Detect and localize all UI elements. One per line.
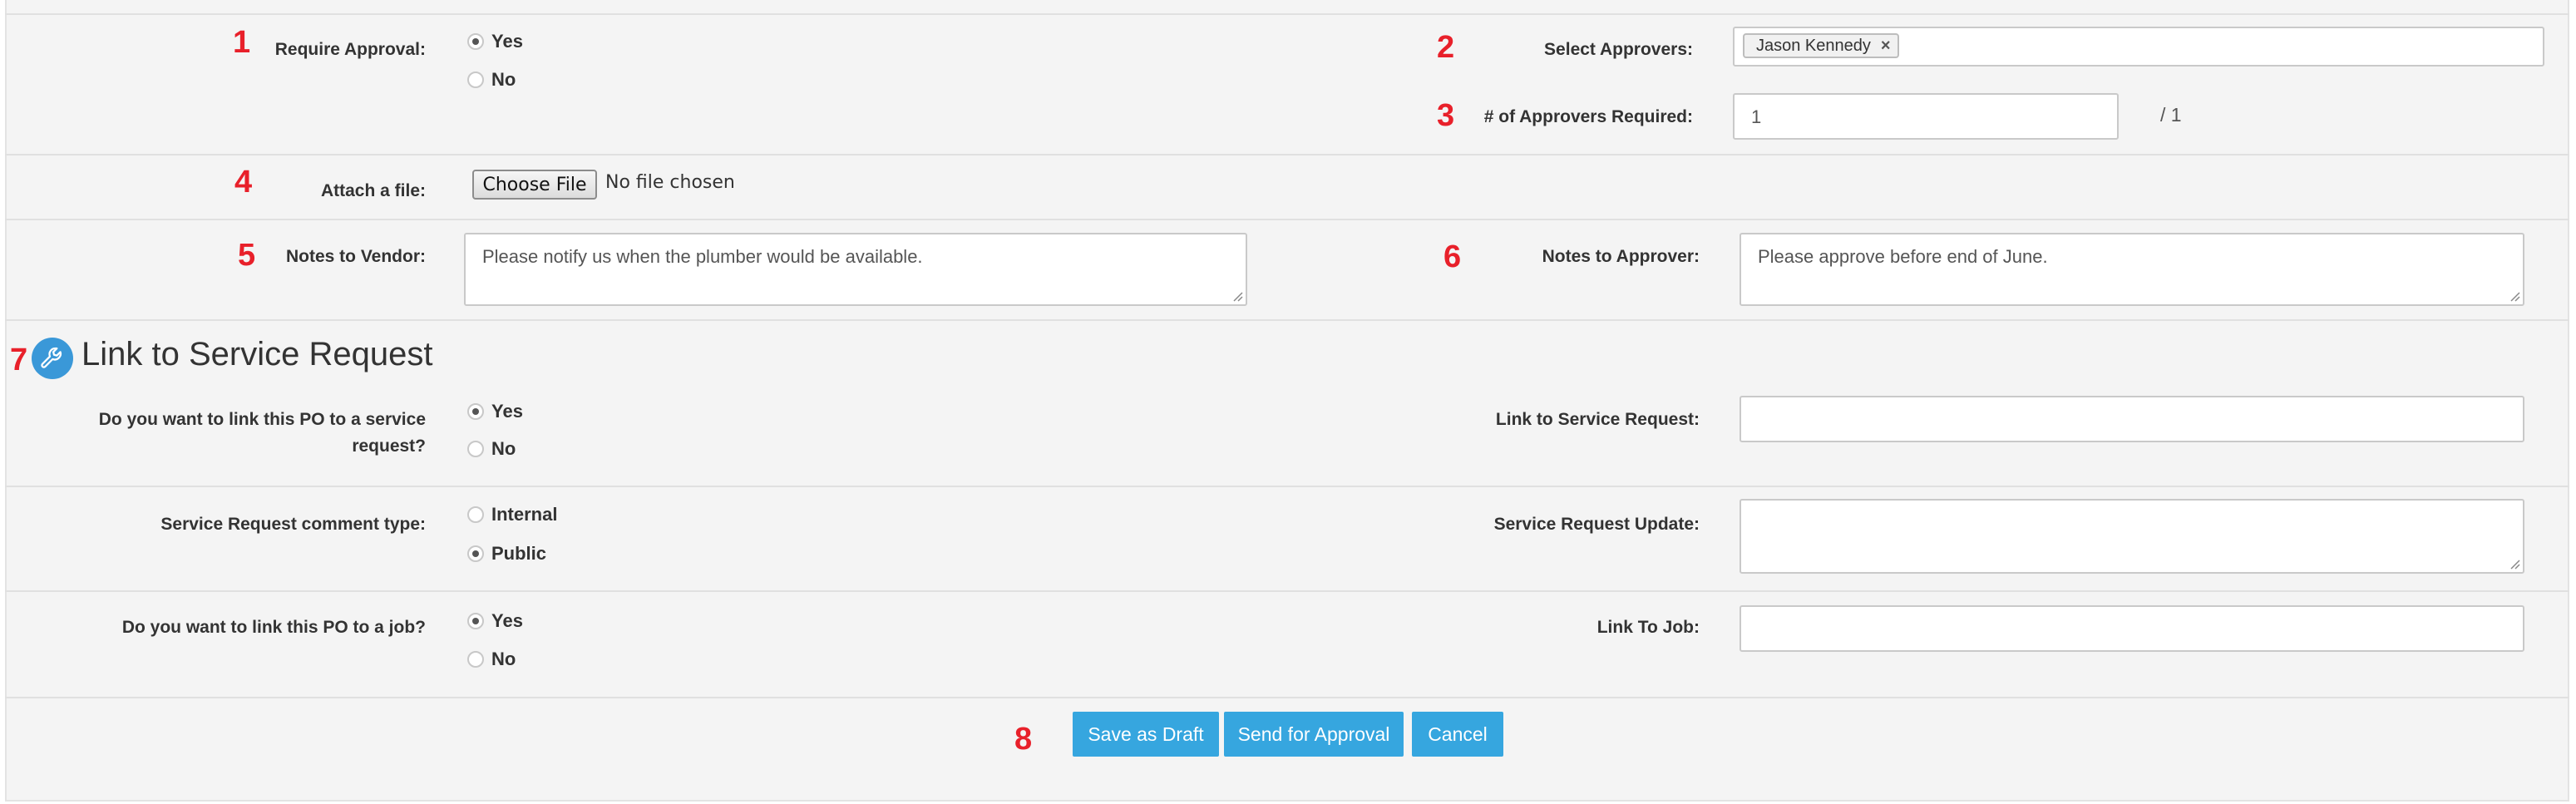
radio-checked-icon[interactable] bbox=[467, 33, 484, 50]
divider bbox=[5, 154, 2569, 155]
link-job-no[interactable]: No bbox=[467, 647, 516, 672]
section-title: Link to Service Request bbox=[81, 336, 433, 372]
radio-checked-icon[interactable] bbox=[467, 403, 484, 420]
comment-type-label: Service Request comment type: bbox=[160, 515, 426, 534]
radio-unchecked-icon[interactable] bbox=[467, 651, 484, 668]
require-approval-no[interactable]: No bbox=[467, 67, 516, 92]
approvers-total: / 1 bbox=[2160, 104, 2182, 126]
link-job-yes[interactable]: Yes bbox=[467, 609, 523, 634]
link-job-input[interactable] bbox=[1740, 605, 2524, 652]
resize-handle-icon[interactable] bbox=[1231, 290, 1243, 302]
approvers-required-input[interactable]: 1 bbox=[1733, 93, 2119, 140]
link-sr-question-line1: Do you want to link this PO to a service bbox=[98, 410, 426, 429]
comment-type-internal[interactable]: Internal bbox=[467, 502, 557, 527]
approver-tag: Jason Kennedy × bbox=[1743, 33, 1899, 58]
radio-label: No bbox=[491, 69, 516, 90]
radio-unchecked-icon[interactable] bbox=[467, 441, 484, 457]
cancel-button[interactable]: Cancel bbox=[1412, 712, 1503, 757]
marker-8: 8 bbox=[1014, 722, 1033, 757]
link-sr-yes[interactable]: Yes bbox=[467, 399, 523, 424]
approvers-required-value: 1 bbox=[1751, 106, 1762, 127]
resize-handle-icon[interactable] bbox=[2509, 558, 2520, 570]
file-status: No file chosen bbox=[605, 172, 735, 193]
link-sr-question-line2: request? bbox=[352, 437, 426, 456]
radio-checked-icon[interactable] bbox=[467, 613, 484, 629]
save-draft-button[interactable]: Save as Draft bbox=[1073, 712, 1219, 757]
radio-label: Internal bbox=[491, 504, 558, 525]
sr-update-textarea[interactable] bbox=[1740, 499, 2524, 574]
wrench-icon bbox=[32, 338, 73, 379]
link-job-question: Do you want to link this PO to a job? bbox=[121, 618, 426, 637]
link-sr-label: Link to Service Request: bbox=[1495, 410, 1700, 429]
send-for-approval-button[interactable]: Send for Approval bbox=[1224, 712, 1404, 757]
attach-file-label: Attach a file: bbox=[320, 181, 426, 200]
require-approval-label: Require Approval: bbox=[274, 40, 426, 59]
radio-label: Yes bbox=[491, 31, 523, 52]
choose-file-button[interactable]: Choose File bbox=[472, 170, 597, 200]
approver-name: Jason Kennedy bbox=[1756, 36, 1871, 55]
notes-approver-value: Please approve before end of June. bbox=[1758, 246, 2048, 267]
select-approvers-label: Select Approvers: bbox=[1544, 40, 1693, 59]
radio-unchecked-icon[interactable] bbox=[467, 72, 484, 88]
notes-vendor-label: Notes to Vendor: bbox=[285, 247, 426, 266]
divider bbox=[5, 590, 2569, 592]
divider bbox=[5, 219, 2569, 220]
resize-handle-icon[interactable] bbox=[2509, 290, 2520, 302]
marker-7: 7 bbox=[10, 343, 28, 377]
sr-update-label: Service Request Update: bbox=[1493, 515, 1700, 534]
link-sr-input[interactable] bbox=[1740, 396, 2524, 442]
notes-approver-label: Notes to Approver: bbox=[1542, 247, 1700, 266]
radio-label: Public bbox=[491, 543, 547, 564]
divider bbox=[5, 319, 2569, 321]
radio-checked-icon[interactable] bbox=[467, 545, 484, 562]
radio-label: Yes bbox=[491, 610, 523, 631]
link-job-label: Link To Job: bbox=[1596, 618, 1700, 637]
comment-type-public[interactable]: Public bbox=[467, 541, 546, 566]
notes-vendor-textarea[interactable]: Please notify us when the plumber would … bbox=[464, 233, 1247, 306]
divider bbox=[5, 697, 2569, 698]
notes-vendor-value: Please notify us when the plumber would … bbox=[482, 246, 923, 267]
radio-label: Yes bbox=[491, 401, 523, 422]
approvers-required-label: # of Approvers Required: bbox=[1483, 107, 1693, 126]
approvers-select[interactable]: Jason Kennedy × bbox=[1733, 27, 2544, 67]
link-sr-no[interactable]: No bbox=[467, 437, 516, 461]
divider bbox=[5, 486, 2569, 487]
require-approval-yes[interactable]: Yes bbox=[467, 29, 523, 54]
notes-approver-textarea[interactable]: Please approve before end of June. bbox=[1740, 233, 2524, 306]
remove-approver-icon[interactable]: × bbox=[1881, 37, 1891, 56]
radio-label: No bbox=[491, 438, 516, 459]
divider bbox=[5, 13, 2569, 15]
radio-unchecked-icon[interactable] bbox=[467, 506, 484, 523]
radio-label: No bbox=[491, 649, 516, 669]
